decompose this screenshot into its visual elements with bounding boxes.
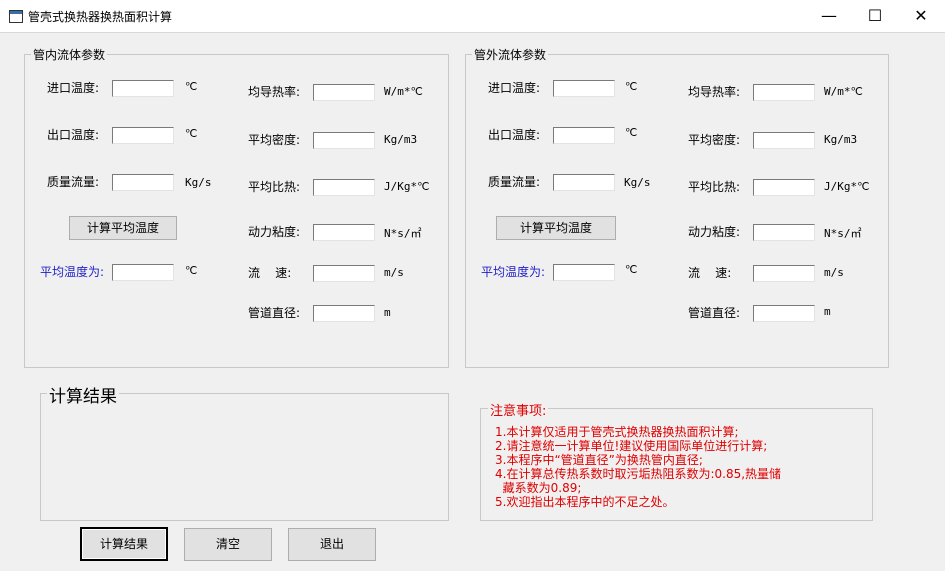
notice-title: 注意事项:: [488, 400, 549, 419]
outer-velocity-label: 流 速:: [688, 266, 732, 280]
result-group: 计算结果: [40, 382, 449, 521]
inner-diameter-unit: m: [384, 306, 391, 319]
exit-button[interactable]: 退出: [288, 528, 376, 561]
inner-density-input[interactable]: [313, 132, 375, 149]
inner-diameter-label: 管道直径:: [248, 306, 301, 320]
outer-outlet-temp-unit: ℃: [625, 126, 638, 139]
outer-inlet-temp-label: 进口温度:: [488, 81, 541, 95]
calculate-result-button[interactable]: 计算结果: [80, 527, 168, 561]
inner-viscosity-label: 动力粘度:: [248, 225, 301, 239]
notice-group: 注意事项: 1.本计算仅适用于管壳式换热器换热面积计算; 2.请注意统一计算单位…: [480, 400, 873, 521]
inner-avg-temp-label: 平均温度为:: [40, 265, 105, 279]
minimize-button[interactable]: —: [806, 0, 852, 32]
inner-velocity-unit: m/s: [384, 266, 404, 279]
outer-specific-heat-label: 平均比热:: [688, 180, 741, 194]
outer-fluid-group: 管外流体参数: [465, 46, 889, 368]
outer-avg-temp-unit: ℃: [625, 263, 638, 276]
inner-outlet-temp-unit: ℃: [185, 127, 198, 140]
outer-velocity-unit: m/s: [824, 266, 844, 279]
outer-group-title: 管外流体参数: [472, 46, 549, 63]
outer-conductivity-label: 均导热率:: [688, 85, 741, 99]
clear-button[interactable]: 清空: [184, 528, 272, 561]
outer-velocity-input[interactable]: [753, 265, 815, 282]
inner-outlet-temp-input[interactable]: [112, 127, 174, 144]
outer-avg-temp-output[interactable]: [553, 264, 615, 281]
outer-conductivity-unit: W/m*℃: [824, 85, 863, 98]
inner-inlet-temp-input[interactable]: [112, 80, 174, 97]
close-button[interactable]: ✕: [898, 0, 944, 32]
inner-specific-heat-input[interactable]: [313, 179, 375, 196]
outer-diameter-input[interactable]: [753, 305, 815, 322]
inner-inlet-temp-unit: ℃: [185, 80, 198, 93]
inner-avg-temp-output[interactable]: [112, 264, 174, 281]
inner-conductivity-label: 均导热率:: [248, 85, 301, 99]
inner-conductivity-unit: W/m*℃: [384, 85, 423, 98]
outer-mass-flow-unit: Kg/s: [624, 176, 651, 189]
result-group-title: 计算结果: [47, 382, 119, 407]
outer-diameter-label: 管道直径:: [688, 306, 741, 320]
inner-mass-flow-input[interactable]: [112, 174, 174, 191]
outer-viscosity-unit: N*s/㎡: [824, 227, 862, 240]
inner-viscosity-input[interactable]: [313, 224, 375, 241]
maximize-button[interactable]: ☐: [852, 0, 898, 32]
outer-avg-temp-label: 平均温度为:: [481, 265, 546, 279]
window-title: 管壳式换热器换热面积计算: [28, 10, 173, 24]
outer-conductivity-input[interactable]: [753, 84, 815, 101]
inner-viscosity-unit: N*s/㎡: [384, 227, 422, 240]
inner-fluid-group: 管内流体参数: [24, 46, 449, 368]
outer-calc-avg-temp-button[interactable]: 计算平均温度: [496, 216, 616, 240]
inner-avg-temp-unit: ℃: [185, 264, 198, 277]
inner-inlet-temp-label: 进口温度:: [47, 81, 100, 95]
outer-density-input[interactable]: [753, 132, 815, 149]
title-bar: 管壳式换热器换热面积计算 — ☐ ✕: [0, 0, 945, 33]
outer-density-unit: Kg/m3: [824, 133, 858, 146]
inner-calc-avg-temp-button[interactable]: 计算平均温度: [69, 216, 177, 240]
inner-specific-heat-label: 平均比热:: [248, 180, 301, 194]
inner-specific-heat-unit: J/Kg*℃: [384, 180, 430, 193]
inner-outlet-temp-label: 出口温度:: [47, 128, 100, 142]
inner-velocity-label: 流 速:: [248, 266, 292, 280]
inner-diameter-input[interactable]: [313, 305, 375, 322]
outer-viscosity-input[interactable]: [753, 224, 815, 241]
notice-line-5: 5.欢迎指出本程序中的不足之处。: [495, 495, 675, 509]
inner-mass-flow-label: 质量流量:: [47, 175, 100, 189]
outer-viscosity-label: 动力粘度:: [688, 225, 741, 239]
outer-mass-flow-input[interactable]: [553, 174, 615, 191]
inner-density-label: 平均密度:: [248, 133, 301, 147]
inner-density-unit: Kg/m3: [384, 133, 418, 146]
inner-velocity-input[interactable]: [313, 265, 375, 282]
outer-inlet-temp-input[interactable]: [553, 80, 615, 97]
outer-outlet-temp-label: 出口温度:: [488, 128, 541, 142]
inner-mass-flow-unit: Kg/s: [185, 176, 212, 189]
outer-outlet-temp-input[interactable]: [553, 127, 615, 144]
outer-diameter-unit: m: [824, 305, 831, 318]
inner-conductivity-input[interactable]: [313, 84, 375, 101]
app-icon: [9, 10, 23, 23]
outer-inlet-temp-unit: ℃: [625, 80, 638, 93]
outer-specific-heat-input[interactable]: [753, 179, 815, 196]
outer-mass-flow-label: 质量流量:: [488, 175, 541, 189]
outer-specific-heat-unit: J/Kg*℃: [824, 180, 870, 193]
inner-group-title: 管内流体参数: [31, 46, 108, 63]
outer-density-label: 平均密度:: [688, 133, 741, 147]
